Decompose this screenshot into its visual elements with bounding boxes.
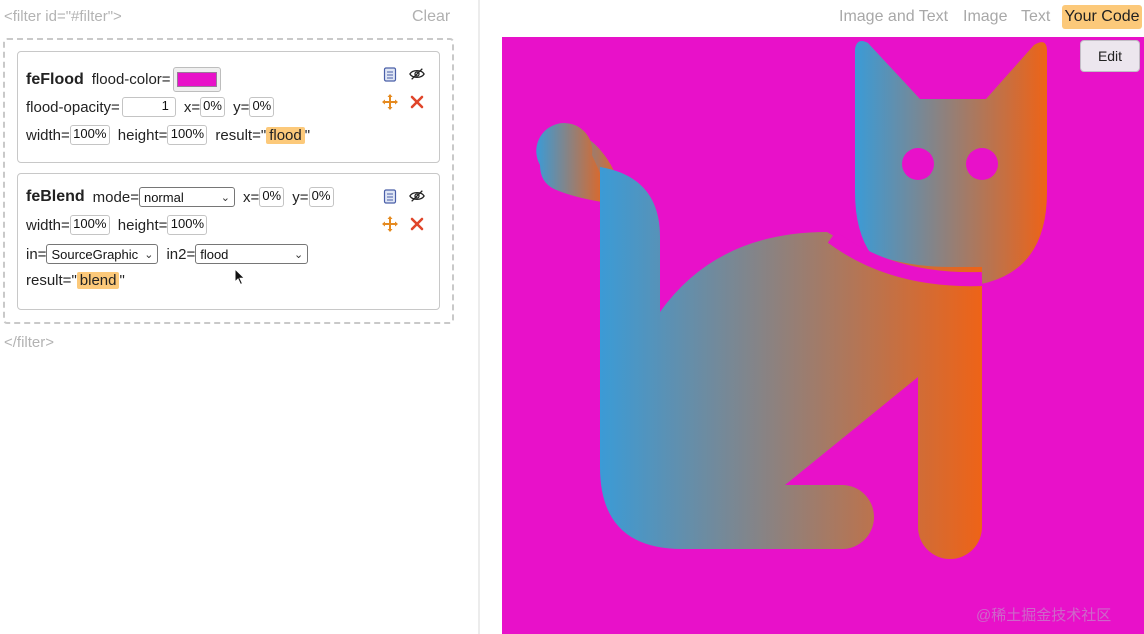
feblend-row-3: in= SourceGraphic ⌄ in2= flood ⌄	[26, 244, 309, 264]
result-value[interactable]: flood	[266, 126, 305, 144]
width-input[interactable]: 100%	[69, 125, 110, 145]
result-value[interactable]: blend	[76, 272, 120, 289]
in2-select-value: flood	[200, 246, 229, 262]
width-label: width=	[26, 216, 70, 234]
x-label: x=	[183, 98, 201, 116]
y-label: y=	[233, 98, 250, 116]
cat-eye-left	[902, 148, 934, 180]
feblend-row-1: feBlend mode= normal ⌄ x= 0% y= 0%	[26, 187, 334, 207]
flood-color-label: flood-color=	[91, 71, 171, 88]
primitive-name: feFlood	[26, 70, 84, 88]
flood-opacity-input[interactable]: 1	[121, 97, 176, 117]
move-icon[interactable]	[382, 94, 398, 110]
feblend-row-4: result=" blend "	[26, 272, 125, 289]
preview-canvas	[502, 37, 1144, 634]
filter-close-tag: </filter>	[4, 334, 55, 351]
eye-off-icon[interactable]	[409, 188, 425, 204]
height-input[interactable]: 100%	[167, 125, 208, 145]
tab-image-and-text[interactable]: Image and Text	[839, 5, 948, 29]
edit-button[interactable]: Edit	[1080, 40, 1140, 72]
clear-button[interactable]: Clear	[412, 8, 450, 26]
mouse-cursor-icon	[234, 268, 246, 286]
result-quote: "	[304, 126, 311, 144]
result-label: result="	[26, 272, 77, 289]
mode-select[interactable]: normal ⌄	[138, 187, 235, 207]
height-label: height=	[117, 216, 168, 234]
in-select[interactable]: SourceGraphic ⌄	[46, 244, 159, 264]
tab-text[interactable]: Text	[1021, 5, 1050, 29]
eye-off-icon[interactable]	[409, 66, 425, 82]
panel-divider	[478, 0, 480, 634]
feflood-row-2: flood-opacity= 1 x= 0% y= 0%	[26, 97, 275, 117]
close-icon[interactable]	[409, 94, 425, 110]
filter-editor-panel: <filter id="#filter"> Clear feFlood floo…	[0, 0, 478, 634]
in-select-value: SourceGraphic	[51, 246, 139, 262]
y-input[interactable]: 0%	[249, 97, 275, 117]
chevron-down-icon: ⌄	[294, 248, 304, 261]
move-icon[interactable]	[382, 216, 398, 232]
y-label: y=	[292, 188, 309, 206]
feflood-row-1: feFlood flood-color=	[26, 67, 221, 92]
watermark: @稀土掘金技术社区	[976, 607, 1112, 624]
document-icon[interactable]	[382, 66, 398, 82]
primitive-name: feBlend	[26, 188, 85, 205]
y-input[interactable]: 0%	[308, 187, 334, 207]
height-label: height=	[117, 126, 168, 144]
in2-select[interactable]: flood ⌄	[195, 244, 309, 264]
close-icon[interactable]	[409, 216, 425, 232]
filter-open-tag: <filter id="#filter">	[4, 8, 122, 25]
tab-your-code[interactable]: Your Code	[1062, 5, 1142, 29]
result-label: result="	[215, 126, 267, 144]
cat-eye-right	[966, 148, 998, 180]
width-label: width=	[26, 126, 70, 144]
tab-image[interactable]: Image	[963, 5, 1007, 29]
width-input[interactable]: 100%	[69, 215, 110, 235]
height-input[interactable]: 100%	[167, 215, 208, 235]
result-quote: "	[119, 272, 125, 289]
cat-illustration	[536, 41, 1047, 559]
flood-color-fill	[176, 72, 217, 87]
flood-opacity-label: flood-opacity=	[26, 98, 120, 116]
mode-select-value: normal	[143, 189, 184, 205]
feflood-card[interactable]: feFlood flood-color= flood-opacity= 1 x=…	[17, 51, 440, 163]
chevron-down-icon: ⌄	[144, 248, 154, 261]
feflood-row-3: width= 100% height= 100% result=" flood …	[26, 125, 310, 145]
document-icon[interactable]	[382, 188, 398, 204]
feblend-card[interactable]: feBlend mode= normal ⌄ x= 0% y= 0% width…	[17, 173, 440, 310]
in-label: in=	[26, 245, 47, 263]
in2-label: in2=	[166, 245, 196, 263]
x-input[interactable]: 0%	[259, 187, 285, 207]
feblend-row-2: width= 100% height= 100%	[26, 215, 208, 235]
x-label: x=	[242, 188, 260, 206]
x-input[interactable]: 0%	[200, 97, 226, 117]
chevron-down-icon: ⌄	[220, 191, 230, 204]
mode-label: mode=	[92, 188, 139, 206]
flood-color-picker[interactable]	[172, 67, 221, 92]
